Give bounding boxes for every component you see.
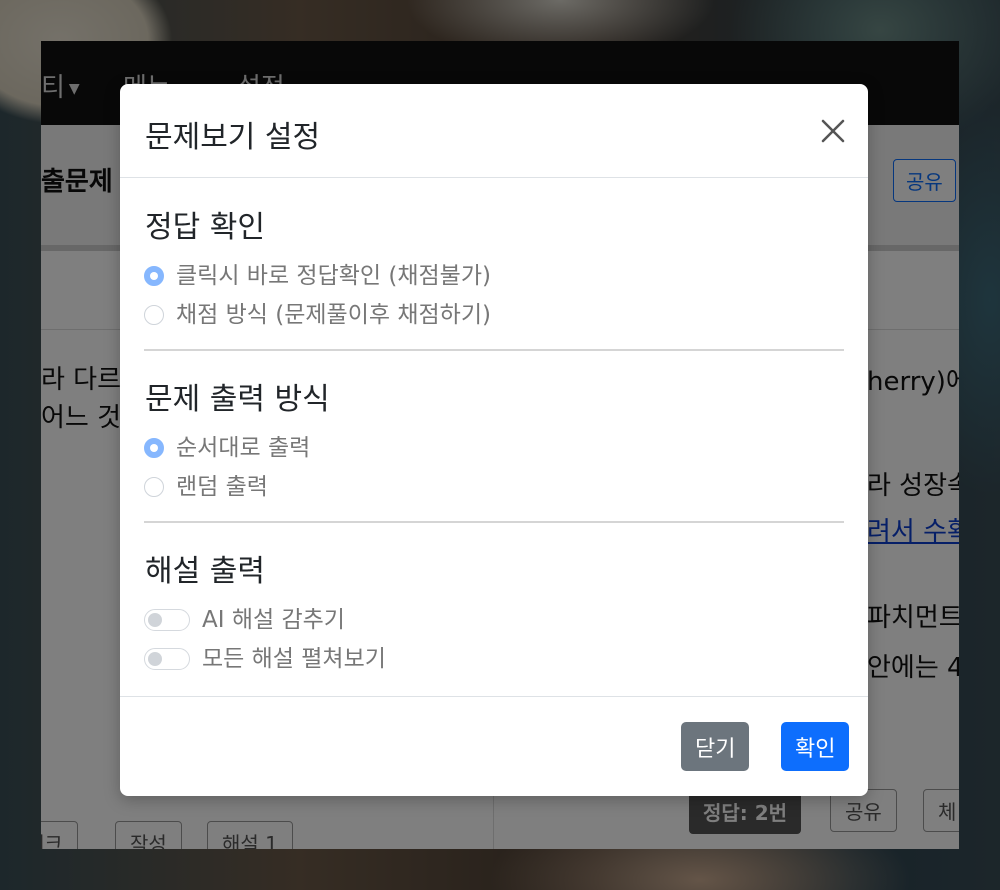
confirm-button[interactable]: 확인 [781,722,850,771]
radio-unchecked-icon [144,305,164,325]
settings-modal: 문제보기 설정 정답 확인 클릭시 바로 정답확인 (채점불가) 채점 방식 (… [120,84,868,796]
modal-title: 문제보기 설정 [145,120,321,155]
close-modal-button[interactable]: 닫기 [681,722,750,771]
toggle-expand-all-explanations[interactable]: 모든 해설 펼쳐보기 [144,639,386,673]
toggle-label: 모든 해설 펼쳐보기 [202,646,386,672]
close-button[interactable] [814,112,852,150]
toggle-switch-icon [144,648,190,670]
option-label: 순서대로 출력 [176,435,311,461]
radio-checked-icon [144,438,164,458]
toggle-label: AI 해설 감추기 [202,607,345,633]
radio-instant-answer[interactable]: 클릭시 바로 정답확인 (채점불가) [144,256,491,290]
option-label: 채점 방식 (문제풀이후 채점하기) [176,302,491,328]
radio-scoring-mode[interactable]: 채점 방식 (문제풀이후 채점하기) [144,295,491,329]
option-label: 클릭시 바로 정답확인 (채점불가) [176,263,491,289]
option-label: 랜덤 출력 [176,474,268,500]
close-icon [821,119,845,143]
modal-header: 문제보기 설정 [120,84,868,178]
radio-sequential-output[interactable]: 순서대로 출력 [144,428,310,462]
radio-unchecked-icon [144,477,164,497]
section-divider [144,349,844,351]
toggle-switch-icon [144,609,190,631]
radio-checked-icon [144,266,164,286]
section-divider [144,521,844,523]
toggle-hide-ai-explanation[interactable]: AI 해설 감추기 [144,600,345,634]
section-title-answer-check: 정답 확인 [145,210,265,245]
section-title-explanation: 해설 출력 [145,554,265,589]
section-title-output-mode: 문제 출력 방식 [145,382,330,417]
modal-footer: 닫기 확인 [120,696,868,796]
radio-random-output[interactable]: 랜덤 출력 [144,467,268,501]
